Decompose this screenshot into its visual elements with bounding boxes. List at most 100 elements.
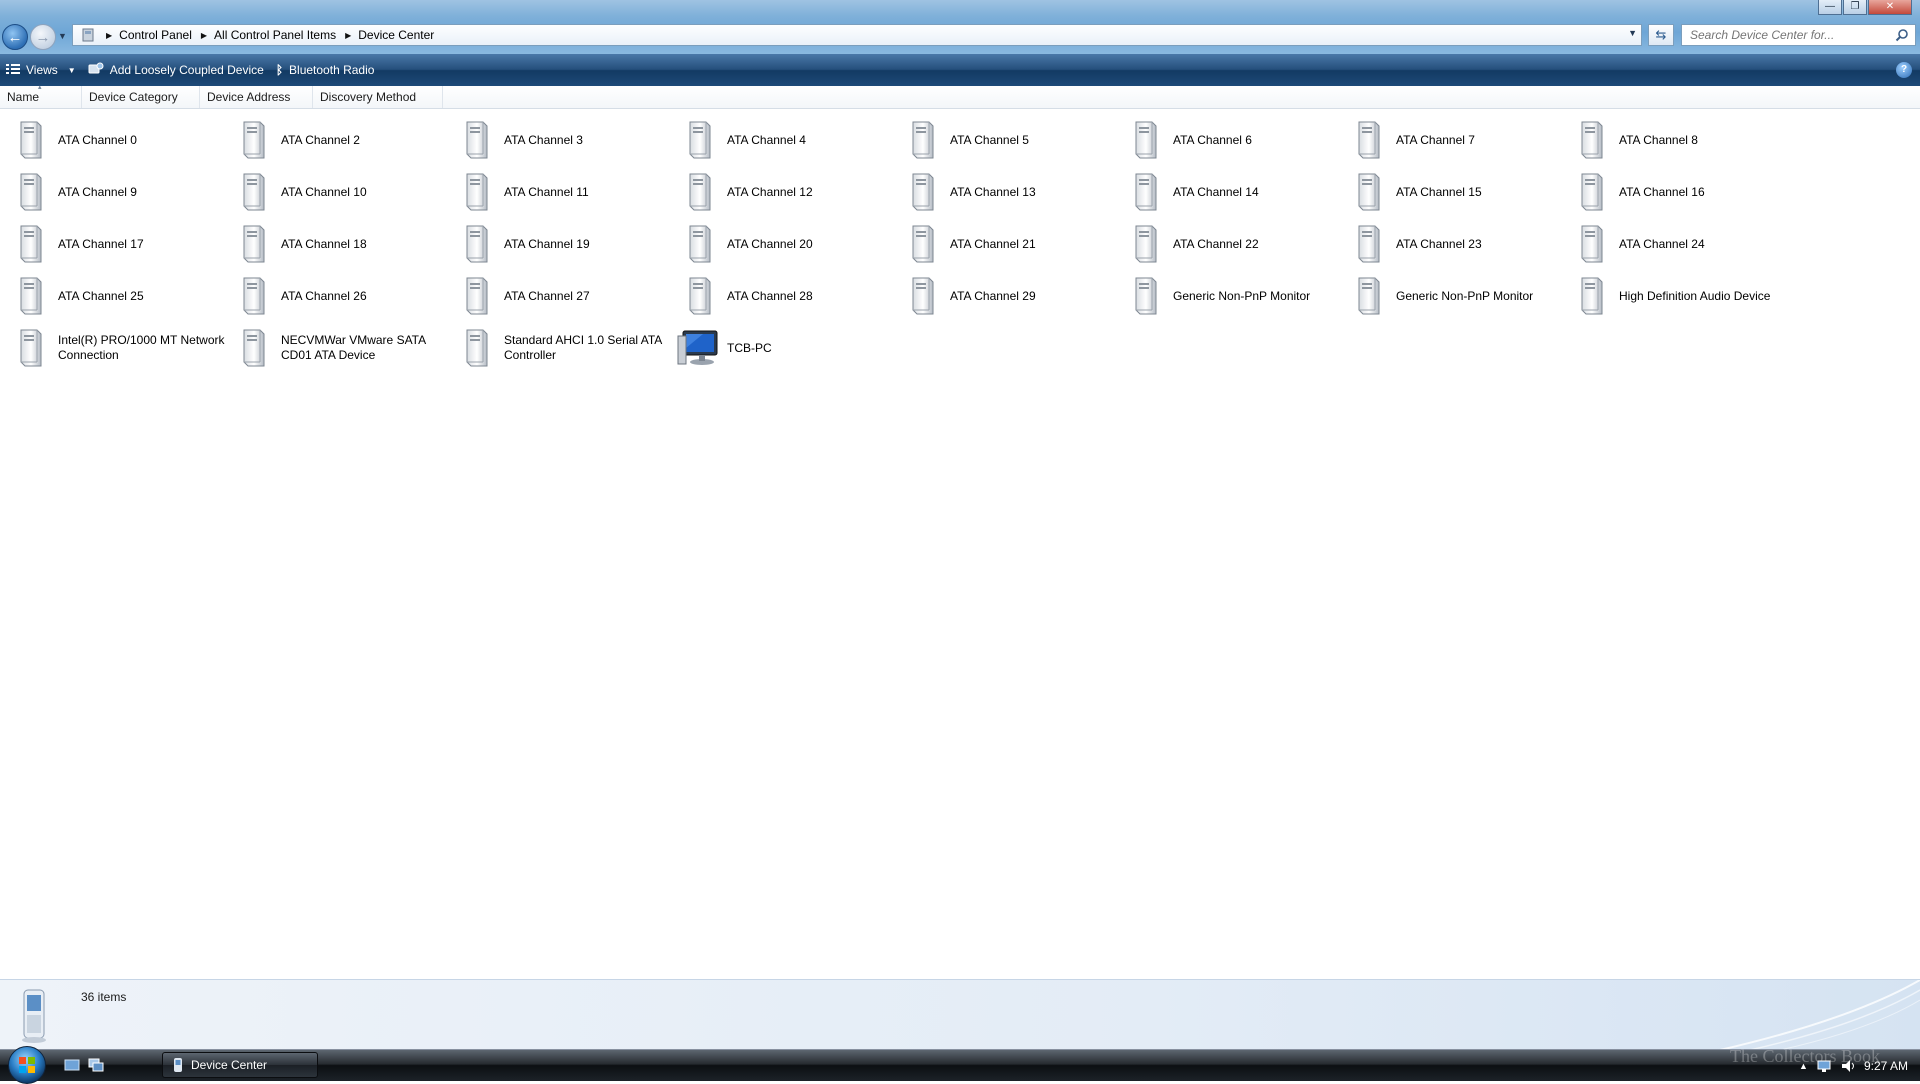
drive-tower-icon	[677, 274, 721, 318]
refresh-button[interactable]: ⇆	[1648, 24, 1674, 46]
drive-tower-icon	[900, 274, 944, 318]
device-center-task-icon	[174, 1058, 182, 1072]
device-item[interactable]: ATA Channel 2	[231, 114, 454, 166]
views-label: Views	[26, 63, 58, 77]
maximize-button[interactable]: ❐	[1843, 0, 1867, 15]
device-item[interactable]: Generic Non-PnP Monitor	[1346, 270, 1569, 322]
column-device-address[interactable]: Device Address	[200, 86, 313, 108]
device-item[interactable]: High Definition Audio Device	[1569, 270, 1792, 322]
device-item[interactable]: ATA Channel 19	[454, 218, 677, 270]
device-item-label: ATA Channel 0	[58, 132, 137, 147]
device-item[interactable]: ATA Channel 17	[8, 218, 231, 270]
breadcrumb-chevron-icon[interactable]: ▶	[106, 31, 112, 40]
add-device-icon	[88, 62, 104, 79]
address-dropdown-icon[interactable]: ▼	[1628, 28, 1637, 38]
close-button[interactable]: ✕	[1868, 0, 1912, 15]
device-item[interactable]: ATA Channel 5	[900, 114, 1123, 166]
device-item[interactable]: ATA Channel 20	[677, 218, 900, 270]
volume-icon[interactable]	[1840, 1059, 1856, 1073]
device-item[interactable]: Generic Non-PnP Monitor	[1123, 270, 1346, 322]
device-item[interactable]: ATA Channel 29	[900, 270, 1123, 322]
device-item-label: ATA Channel 11	[504, 184, 589, 199]
device-item[interactable]: ATA Channel 4	[677, 114, 900, 166]
switch-windows-icon[interactable]	[88, 1058, 104, 1072]
device-item[interactable]: ATA Channel 27	[454, 270, 677, 322]
device-item[interactable]: ATA Channel 7	[1346, 114, 1569, 166]
drive-tower-icon	[454, 170, 498, 214]
drive-tower-icon	[1346, 170, 1390, 214]
device-item-label: ATA Channel 15	[1396, 184, 1482, 199]
show-hidden-icons-icon[interactable]: ▲	[1799, 1061, 1808, 1071]
device-item[interactable]: ATA Channel 16	[1569, 166, 1792, 218]
drive-tower-icon	[231, 170, 275, 214]
device-item[interactable]: ATA Channel 0	[8, 114, 231, 166]
refresh-icon: ⇆	[1655, 27, 1667, 42]
windows-logo-icon	[19, 1057, 35, 1073]
search-icon[interactable]	[1895, 28, 1909, 45]
device-item[interactable]: ATA Channel 24	[1569, 218, 1792, 270]
back-button[interactable]: ←	[2, 24, 28, 50]
breadcrumb-device-center[interactable]: Device Center	[358, 28, 434, 42]
address-bar[interactable]: ▶ Control Panel ▶ All Control Panel Item…	[72, 24, 1642, 46]
device-item[interactable]: ATA Channel 25	[8, 270, 231, 322]
add-loosely-coupled-device-button[interactable]: Add Loosely Coupled Device	[82, 57, 270, 83]
device-item[interactable]: NECVMWar VMware SATA CD01 ATA Device	[231, 322, 454, 374]
device-item[interactable]: ATA Channel 3	[454, 114, 677, 166]
device-item-label: ATA Channel 17	[58, 236, 144, 251]
device-item-label: ATA Channel 18	[281, 236, 367, 251]
clock[interactable]: 9:27 AM	[1864, 1059, 1908, 1073]
taskbar-device-center-button[interactable]: Device Center	[162, 1052, 318, 1078]
device-item[interactable]: ATA Channel 28	[677, 270, 900, 322]
device-item[interactable]: ATA Channel 22	[1123, 218, 1346, 270]
breadcrumb-chevron-icon[interactable]: ▶	[201, 31, 207, 40]
device-item-label: ATA Channel 29	[950, 288, 1036, 303]
help-button[interactable]: ?	[1896, 62, 1912, 78]
device-item[interactable]: ATA Channel 8	[1569, 114, 1792, 166]
device-item[interactable]: ATA Channel 10	[231, 166, 454, 218]
views-button[interactable]: Views ▼	[0, 57, 82, 83]
decorative-swoosh-icon	[1719, 980, 1920, 1050]
device-item[interactable]: ATA Channel 14	[1123, 166, 1346, 218]
start-button[interactable]	[8, 1046, 46, 1084]
device-item-label: ATA Channel 8	[1619, 132, 1698, 147]
column-device-category[interactable]: Device Category	[82, 86, 200, 108]
device-item[interactable]: ATA Channel 6	[1123, 114, 1346, 166]
add-device-label: Add Loosely Coupled Device	[109, 63, 264, 77]
device-item[interactable]: Intel(R) PRO/1000 MT Network Connection	[8, 322, 231, 374]
device-item[interactable]: ATA Channel 18	[231, 218, 454, 270]
breadcrumb-chevron-icon[interactable]: ▶	[345, 31, 351, 40]
taskbar: Device Center The Collectors Book ▲ 9:27…	[0, 1046, 1920, 1084]
device-item[interactable]: Standard AHCI 1.0 Serial ATA Controller	[454, 322, 677, 374]
device-item[interactable]: ATA Channel 12	[677, 166, 900, 218]
device-item[interactable]: ATA Channel 15	[1346, 166, 1569, 218]
device-item[interactable]: TCB-PC	[677, 322, 900, 374]
device-item-label: ATA Channel 10	[281, 184, 367, 199]
views-dropdown-icon[interactable]: ▼	[68, 66, 76, 75]
device-item-label: ATA Channel 3	[504, 132, 583, 147]
show-desktop-icon[interactable]	[64, 1058, 80, 1072]
recent-pages-dropdown[interactable]: ▼	[58, 31, 67, 41]
drive-tower-icon	[1123, 274, 1167, 318]
search-box[interactable]	[1681, 24, 1916, 46]
drive-tower-icon	[1346, 222, 1390, 266]
drive-tower-icon	[454, 118, 498, 162]
device-item-label: ATA Channel 12	[727, 184, 813, 199]
minimize-button[interactable]: —	[1818, 0, 1842, 15]
column-discovery-method[interactable]: Discovery Method	[313, 86, 443, 108]
breadcrumb-all-items[interactable]: All Control Panel Items	[214, 28, 336, 42]
device-item[interactable]: ATA Channel 23	[1346, 218, 1569, 270]
bluetooth-radio-button[interactable]: ᛒ Bluetooth Radio	[270, 57, 381, 83]
device-item[interactable]: ATA Channel 26	[231, 270, 454, 322]
forward-button[interactable]: →	[30, 24, 56, 50]
drive-tower-icon	[8, 222, 52, 266]
search-input[interactable]	[1688, 27, 1892, 43]
network-icon[interactable]	[1816, 1059, 1832, 1073]
device-item[interactable]: ATA Channel 9	[8, 166, 231, 218]
device-item[interactable]: ATA Channel 21	[900, 218, 1123, 270]
device-item[interactable]: ATA Channel 13	[900, 166, 1123, 218]
drive-tower-icon	[1123, 118, 1167, 162]
breadcrumb-control-panel[interactable]: Control Panel	[119, 28, 192, 42]
device-item[interactable]: ATA Channel 11	[454, 166, 677, 218]
column-name[interactable]: ▴ Name	[0, 84, 82, 108]
device-list-view: ATA Channel 0 ATA Channel 2 ATA Channel 3 A…	[0, 109, 1920, 979]
